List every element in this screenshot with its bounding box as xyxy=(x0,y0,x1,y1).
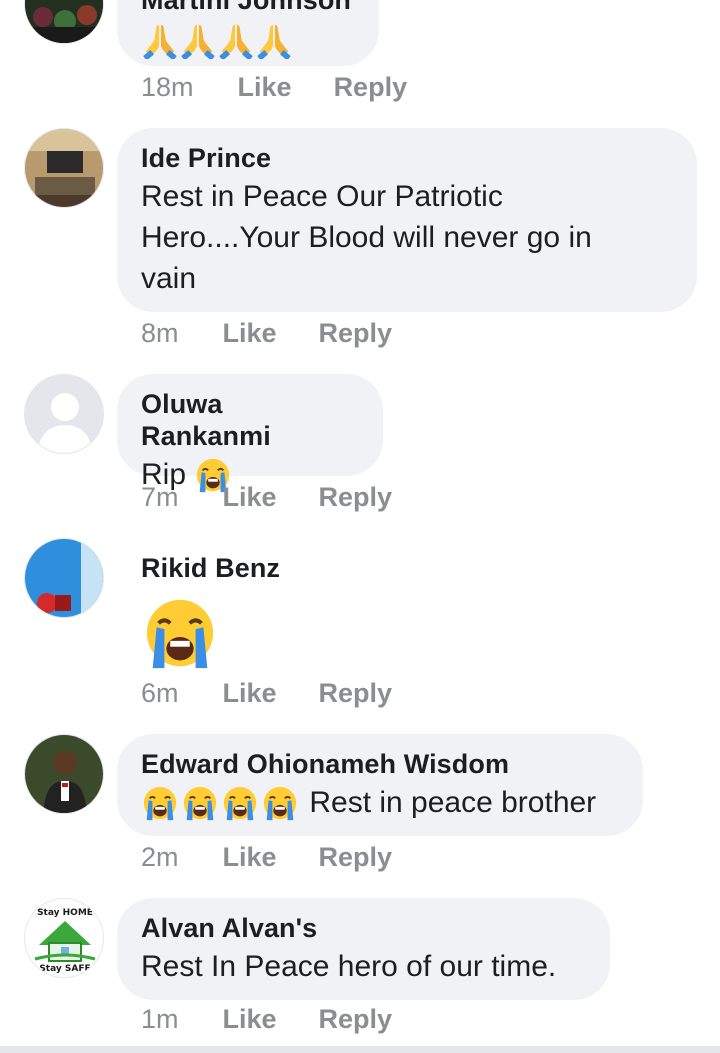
comment-meta: 1m Like Reply xyxy=(141,1004,392,1035)
comment-time: 2m xyxy=(141,842,179,872)
comment-text-line: Rest in Peace Our Patriotic xyxy=(141,180,503,213)
reply-button[interactable]: Reply xyxy=(319,482,393,513)
comment-text-content: Rest in peace brother xyxy=(309,786,597,819)
comment-text xyxy=(141,18,355,59)
comment-author[interactable]: Oluwa Rankanmi xyxy=(141,388,359,452)
comment-author[interactable]: Alvan Alvan's xyxy=(141,912,586,944)
reply-button[interactable]: Reply xyxy=(319,1004,393,1035)
like-button[interactable]: Like xyxy=(223,1004,277,1035)
comment-bubble[interactable]: Edward Ohionameh Wisdom Rest in peace br… xyxy=(117,734,643,836)
loudly-crying-face-icon xyxy=(181,785,219,823)
comment-text: Rest in peace brother xyxy=(141,782,619,823)
comment-author[interactable]: Rikid Benz xyxy=(141,552,393,584)
loudly-crying-face-icon xyxy=(221,785,259,823)
comment-author[interactable]: Ide Prince xyxy=(141,142,673,174)
folded-hands-icon xyxy=(179,21,217,59)
default-profile-icon xyxy=(25,375,103,453)
like-button[interactable]: Like xyxy=(223,318,277,349)
comment-text-line: vain xyxy=(141,262,197,295)
avatar[interactable] xyxy=(24,128,104,208)
loudly-crying-face-icon xyxy=(141,785,179,823)
like-button[interactable]: Like xyxy=(238,72,292,103)
reply-button[interactable]: Reply xyxy=(319,678,393,709)
comment-meta: 7m Like Reply xyxy=(141,482,392,513)
comment-bubble[interactable]: Oluwa Rankanmi Rip xyxy=(117,374,383,476)
comment-time: 6m xyxy=(141,678,179,708)
comment-text xyxy=(141,596,393,674)
avatar[interactable]: Stay HOME Stay SAFE xyxy=(24,898,104,978)
folded-hands-icon xyxy=(217,21,255,59)
avatar[interactable] xyxy=(24,734,104,814)
avatar[interactable] xyxy=(24,374,104,454)
comment-time: 8m xyxy=(141,318,179,348)
comment-bubble[interactable]: Alvan Alvan's Rest In Peace hero of our … xyxy=(117,898,610,1000)
reply-button[interactable]: Reply xyxy=(319,842,393,873)
comment-time: 1m xyxy=(141,1004,179,1034)
comment-bubble[interactable]: Rikid Benz xyxy=(117,538,417,678)
comment-meta: 8m Like Reply xyxy=(141,318,392,349)
folded-hands-icon xyxy=(141,21,179,59)
avatar-text-bottom: Stay SAFE xyxy=(39,964,90,974)
avatar[interactable] xyxy=(24,538,104,618)
comment-text-line: Hero....Your Blood will never go in xyxy=(141,221,592,254)
avatar[interactable] xyxy=(24,0,104,44)
like-button[interactable]: Like xyxy=(223,678,277,709)
comment-bubble[interactable]: Martini Johnson xyxy=(117,0,379,66)
reply-button[interactable]: Reply xyxy=(334,72,408,103)
reply-button[interactable]: Reply xyxy=(319,318,393,349)
comment-time: 18m xyxy=(141,72,194,102)
comment-meta: 6m Like Reply xyxy=(141,678,392,709)
divider xyxy=(0,1046,720,1053)
loudly-crying-face-icon xyxy=(141,596,219,674)
folded-hands-icon xyxy=(255,21,293,59)
comment-author[interactable]: Edward Ohionameh Wisdom xyxy=(141,748,619,780)
avatar-text-top: Stay HOME xyxy=(37,908,93,918)
comment-time: 7m xyxy=(141,482,179,512)
like-button[interactable]: Like xyxy=(223,482,277,513)
loudly-crying-face-icon xyxy=(261,785,299,823)
comment-bubble[interactable]: Ide Prince Rest in Peace Our Patriotic H… xyxy=(117,128,697,312)
comment-text: Rest In Peace hero of our time. xyxy=(141,950,557,983)
comment-author[interactable]: Martini Johnson xyxy=(141,0,355,16)
comment-meta: 18m Like Reply xyxy=(141,72,407,103)
comment-meta: 2m Like Reply xyxy=(141,842,392,873)
like-button[interactable]: Like xyxy=(223,842,277,873)
